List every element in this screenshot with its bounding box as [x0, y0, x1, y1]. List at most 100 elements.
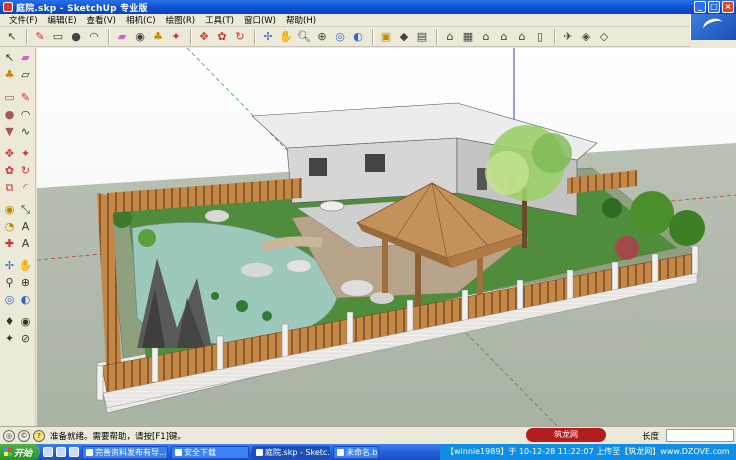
toolbar-separator: [108, 28, 110, 45]
credits-icon[interactable]: ©: [18, 429, 30, 442]
zoom-icon[interactable]: 🔍︎: [296, 29, 312, 45]
eraser2-tool-icon[interactable]: ▱: [18, 67, 33, 82]
section-icon[interactable]: ▤: [414, 29, 430, 45]
dimension-tool-icon[interactable]: ⤡: [18, 202, 33, 217]
menu-draw[interactable]: 绘图(R): [161, 14, 201, 26]
front-view-icon[interactable]: ⌂: [478, 29, 494, 45]
rotate-icon[interactable]: ✿: [214, 29, 230, 45]
circle-tool-icon[interactable]: ●: [2, 107, 17, 122]
paint-icon[interactable]: ▣: [378, 29, 394, 45]
menu-help[interactable]: 帮助(H): [281, 14, 321, 26]
line-tool-icon[interactable]: ✎: [18, 90, 33, 105]
walk-icon[interactable]: ✈: [560, 29, 576, 45]
select-tool-icon[interactable]: ↖: [2, 50, 17, 65]
menu-camera[interactable]: 相机(C): [121, 14, 161, 26]
look-around-icon[interactable]: ◈: [578, 29, 594, 45]
start-button[interactable]: 开始: [0, 444, 40, 460]
text-tool-icon[interactable]: A: [18, 219, 33, 234]
right-view-icon[interactable]: ⌂: [496, 29, 512, 45]
quicklaunch-ie-icon[interactable]: [43, 447, 53, 457]
quicklaunch-desktop-icon[interactable]: [56, 447, 66, 457]
table: [319, 200, 345, 212]
offset-tool-icon[interactable]: ◜: [18, 180, 33, 195]
top-view-icon[interactable]: ▦: [460, 29, 476, 45]
windows-logo-icon: [690, 14, 736, 40]
measurements-input[interactable]: [666, 429, 734, 442]
task-sketchup[interactable]: 庭院.skp - Sketc...: [252, 445, 330, 459]
back-view-icon[interactable]: ⌂: [514, 29, 530, 45]
pan-tool-icon[interactable]: ✋: [18, 258, 33, 273]
pan-icon[interactable]: ✋: [278, 29, 294, 45]
geo-location-icon[interactable]: ◎: [3, 429, 15, 442]
walk-tool-icon[interactable]: ✦: [2, 331, 17, 346]
menu-file[interactable]: 文件(F): [4, 14, 43, 26]
drawing-viewport[interactable]: [37, 48, 736, 426]
tape-measure-icon[interactable]: ◉: [132, 29, 148, 45]
menu-view[interactable]: 查看(V): [82, 14, 121, 26]
circle-icon[interactable]: ●: [68, 29, 84, 45]
iso-view-icon[interactable]: ⌂: [442, 29, 458, 45]
previous-view-icon[interactable]: ◐: [350, 29, 366, 45]
rotate-tool-icon[interactable]: ✿: [2, 163, 17, 178]
arc-tool-icon[interactable]: ◠: [18, 107, 33, 122]
task-bmp[interactable]: 未命名.bmp: [333, 445, 379, 459]
upload-watermark: 【winnie1989】于 10-12-28 11:22:07 上传至【筑龙网】…: [446, 447, 730, 456]
paint-bucket-tool-icon[interactable]: ♣: [2, 67, 17, 82]
toolbar-separator: [372, 28, 374, 45]
previous-tool-icon[interactable]: ◐: [18, 292, 33, 307]
polygon-tool-icon[interactable]: ▼: [2, 124, 17, 139]
section-plane-tool-icon[interactable]: ⊘: [18, 331, 33, 346]
zoom-window-icon[interactable]: ⊕: [314, 29, 330, 45]
left-view-icon[interactable]: ▯: [532, 29, 548, 45]
position-camera-icon[interactable]: ◇: [596, 29, 612, 45]
pencil-icon[interactable]: ✎: [32, 29, 48, 45]
title-bar: 庭院.skp - SketchUp 专业版 _ □ ×: [0, 0, 736, 14]
app-icon: [3, 2, 13, 12]
menu-edit[interactable]: 编辑(E): [43, 14, 82, 26]
minimize-button[interactable]: _: [694, 1, 706, 13]
quicklaunch-media-icon[interactable]: [69, 447, 79, 457]
task-publish[interactable]: 完善资料发布有导...: [82, 445, 168, 459]
main-toolbar: ↖ ✎ ▭ ● ◠ ▰ ◉ ♣ ✦ ✥ ✿ ↻ ✢ ✋ 🔍︎ ⊕ ◎ ◐ ▣ ◆…: [0, 27, 690, 47]
zoom-tool-icon[interactable]: ⚲: [2, 275, 17, 290]
freehand-tool-icon[interactable]: ∿: [18, 124, 33, 139]
select-arrow-icon[interactable]: ↖: [4, 29, 20, 45]
menu-tools[interactable]: 工具(T): [200, 14, 239, 26]
scale-tool-icon[interactable]: ⧉: [2, 180, 17, 195]
menu-window[interactable]: 窗口(W): [239, 14, 281, 26]
zoom-extents-icon[interactable]: ◎: [332, 29, 348, 45]
look-around-tool-icon[interactable]: ◉: [18, 314, 33, 329]
windows-flag-icon: [4, 448, 12, 456]
window-title: 庭院.skp - SketchUp 专业版: [16, 3, 148, 14]
toolbar-separator: [190, 28, 192, 45]
follow-me-icon[interactable]: ↻: [232, 29, 248, 45]
arc-icon[interactable]: ◠: [86, 29, 102, 45]
orbit-tool-icon[interactable]: ✢: [2, 258, 17, 273]
window-controls: _ □ ×: [694, 1, 734, 13]
protractor-tool-icon[interactable]: ◔: [2, 219, 17, 234]
paint-bucket-icon[interactable]: ♣: [150, 29, 166, 45]
eraser-tool-icon[interactable]: ▰: [18, 50, 33, 65]
axes-tool-icon[interactable]: ✚: [2, 236, 17, 251]
close-button[interactable]: ×: [722, 1, 734, 13]
position-camera-tool-icon[interactable]: ♦: [2, 314, 17, 329]
task-download[interactable]: 安全下载: [171, 445, 249, 459]
3d-text-tool-icon[interactable]: A: [18, 236, 33, 251]
length-label: 长度: [642, 432, 660, 442]
lily-pad: [262, 311, 272, 321]
push-pull-tool-icon[interactable]: ✦: [18, 146, 33, 161]
orbit-icon[interactable]: ✢: [260, 29, 276, 45]
move-icon[interactable]: ✥: [196, 29, 212, 45]
help-icon[interactable]: ?: [33, 429, 45, 442]
eraser-icon[interactable]: ▰: [114, 29, 130, 45]
push-pull-icon[interactable]: ✦: [168, 29, 184, 45]
zoom-window-tool-icon[interactable]: ⊕: [18, 275, 33, 290]
tape-tool-icon[interactable]: ◉: [2, 202, 17, 217]
move-tool-icon[interactable]: ✥: [2, 146, 17, 161]
rectangle-tool-icon[interactable]: ▭: [2, 90, 17, 105]
follow-me-tool-icon[interactable]: ↻: [18, 163, 33, 178]
rectangle-icon[interactable]: ▭: [50, 29, 66, 45]
maximize-button[interactable]: □: [708, 1, 720, 13]
components-icon[interactable]: ◆: [396, 29, 412, 45]
zoom-extents-tool-icon[interactable]: ◎: [2, 292, 17, 307]
